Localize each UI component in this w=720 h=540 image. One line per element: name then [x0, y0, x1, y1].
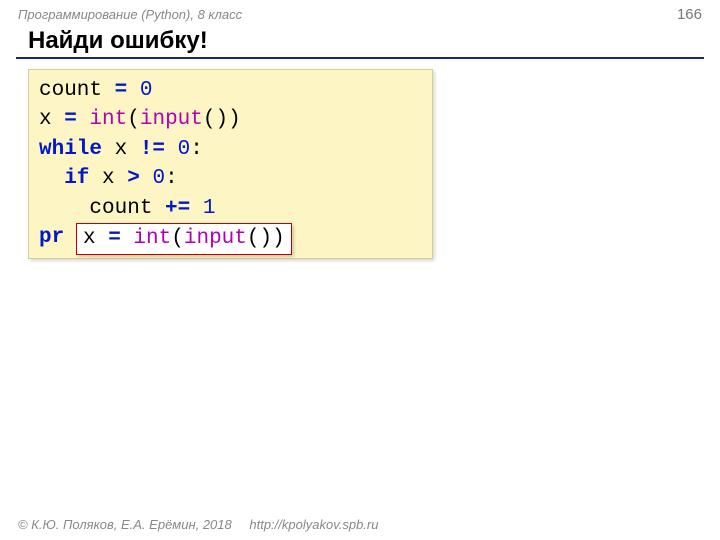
code-fn: int [77, 108, 127, 131]
code-fn: int [121, 227, 171, 250]
code-op: = [64, 108, 77, 131]
slide-title: Найди ошибку! [0, 23, 720, 57]
code-op: > [127, 167, 140, 190]
code-text: x [83, 227, 108, 250]
code-text: : [190, 138, 203, 161]
code-num: 1 [190, 197, 215, 220]
code-num: 0 [127, 79, 152, 102]
code-text: count [39, 79, 115, 102]
code-op: != [140, 138, 165, 161]
code-kw: pr [39, 226, 64, 249]
title-rule [16, 57, 704, 59]
code-fn: input [184, 227, 247, 250]
code-kw: while [39, 138, 102, 161]
course-label: Программирование (Python), 8 класс [18, 7, 242, 22]
code-text: ( [171, 227, 184, 250]
code-text: x [39, 108, 64, 131]
slide-header: Программирование (Python), 8 класс 166 [0, 0, 720, 23]
code-op: = [108, 227, 121, 250]
code-op: = [115, 79, 128, 102]
footer-url: http://kpolyakov.spb.ru [249, 517, 378, 532]
slide-footer: © К.Ю. Поляков, Е.А. Ерёмин, 2018 http:/… [18, 517, 378, 532]
code-text: count [39, 197, 165, 220]
code-text: x [89, 167, 127, 190]
code-fn: input [140, 108, 203, 131]
code-text: ( [127, 108, 140, 131]
code-op: += [165, 197, 190, 220]
code-text: ()) [203, 108, 241, 131]
page-number: 166 [677, 6, 702, 23]
copyright: © К.Ю. Поляков, Е.А. Ерёмин, 2018 [18, 517, 232, 532]
code-num: 0 [165, 138, 190, 161]
code-text: ()) [247, 227, 285, 250]
code-text: x [102, 138, 140, 161]
code-num: 0 [140, 167, 165, 190]
code-container: count = 0 x = int(input()) while x != 0:… [28, 69, 433, 259]
code-text: : [165, 167, 178, 190]
code-kw: if [39, 167, 89, 190]
correction-overlay: x = int(input()) [76, 223, 292, 255]
